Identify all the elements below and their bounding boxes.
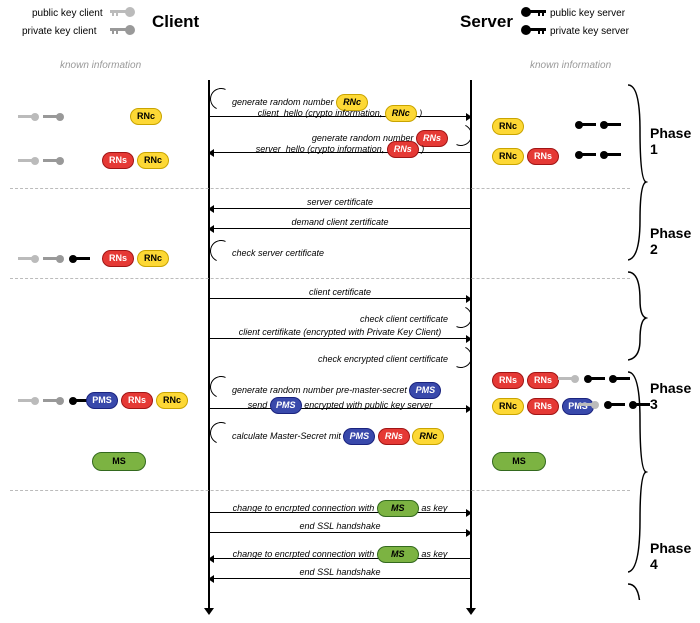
legend-priv-server: private key server bbox=[550, 26, 629, 37]
phase-divider bbox=[10, 188, 630, 189]
known-right-keys bbox=[558, 374, 630, 384]
legend-pub-server: public key server bbox=[550, 8, 625, 19]
known-right-keys bbox=[574, 120, 621, 130]
arrow-left bbox=[210, 228, 470, 229]
pms-token: PMS bbox=[343, 428, 375, 445]
msg-check-server: check server certificate bbox=[232, 248, 492, 258]
self-arc-icon bbox=[207, 237, 235, 265]
known-right-keys bbox=[578, 400, 650, 410]
phase-4-label: Phase 4 bbox=[650, 540, 700, 572]
msg-demand-cert: demand client zertificate bbox=[210, 217, 470, 227]
msg-check-enc-client: check encrypted client certificate bbox=[188, 354, 448, 364]
rnc-token: RNᴄ bbox=[385, 105, 417, 122]
ms-token: MS bbox=[377, 500, 419, 517]
msg-end-ssl: end SSL handshake bbox=[210, 567, 470, 577]
msg-end-ssl: end SSL handshake bbox=[210, 521, 470, 531]
client-header: Client bbox=[152, 12, 199, 32]
arrow-right bbox=[210, 532, 470, 533]
known-left-keys bbox=[18, 112, 65, 122]
arrow-down-icon bbox=[466, 608, 476, 620]
key-icon-grey bbox=[110, 6, 136, 18]
msg-server-hello: server_hello (crypto information, RNs ) bbox=[210, 141, 470, 158]
ms-right: MS bbox=[492, 452, 546, 471]
msg-client-cert: client certificate bbox=[210, 287, 470, 297]
phase-2-label: Phase 2 bbox=[650, 225, 700, 257]
arrow-left bbox=[210, 208, 470, 209]
known-info-right: known information bbox=[530, 60, 611, 71]
ms-token: MS bbox=[377, 546, 419, 563]
known-left-pms-rns-rnc: PMSRNsRNᴄ bbox=[86, 392, 188, 409]
key-icon-black bbox=[520, 24, 546, 36]
self-arc-icon bbox=[207, 419, 235, 447]
msg-server-cert: server certificate bbox=[210, 197, 470, 207]
known-info-left: known information bbox=[60, 60, 141, 71]
phase-divider bbox=[10, 278, 630, 279]
known-left-rnc: RNᴄ bbox=[130, 108, 162, 125]
pms-token: PMS bbox=[270, 397, 302, 414]
phase-divider bbox=[10, 490, 630, 491]
known-left-keys bbox=[18, 254, 90, 264]
legend-pub-client: public key client bbox=[32, 8, 103, 19]
known-left-keys bbox=[18, 396, 90, 406]
msg-change-enc: change to encrpted connection with MS as… bbox=[210, 546, 470, 563]
known-right-rnc: RNᴄ bbox=[492, 118, 524, 135]
arrow-right bbox=[210, 298, 470, 299]
known-left-rns-rnc: RNsRNᴄ bbox=[102, 152, 169, 169]
msg-client-cert-enc: client certifikate (encrypted with Priva… bbox=[210, 327, 470, 337]
arrow-down-icon bbox=[204, 608, 214, 620]
known-left-keys bbox=[18, 156, 65, 166]
msg-change-enc: change to encrpted connection with MS as… bbox=[210, 500, 470, 517]
known-right-rns-rnc: RNᴄRNs bbox=[492, 148, 559, 165]
rns-token: RNs bbox=[387, 141, 419, 158]
phase-1-label: Phase 1 bbox=[650, 125, 700, 157]
known-right-rns: RNsRNs bbox=[492, 372, 559, 389]
phase-3-label: Phase 3 bbox=[650, 380, 700, 412]
known-left-rns-rnc: RNsRNᴄ bbox=[102, 250, 169, 267]
ms-left: MS bbox=[92, 452, 146, 471]
server-header: Server bbox=[460, 12, 513, 32]
msg-client-hello: client_hello (crypto information, RNᴄ ) bbox=[210, 105, 470, 122]
legend-priv-client: private key client bbox=[22, 26, 96, 37]
key-icon-black bbox=[520, 6, 546, 18]
known-right-keys bbox=[574, 150, 621, 160]
msg-check-client: check client certificate bbox=[188, 314, 448, 324]
brace-icon bbox=[628, 80, 648, 600]
diagram-root: public key client private key client Cli… bbox=[0, 0, 700, 623]
ms-token: MS bbox=[492, 452, 546, 471]
arrow-left bbox=[210, 578, 470, 579]
arrow-right bbox=[210, 338, 470, 339]
key-icon-grey bbox=[110, 24, 136, 36]
msg-calc-ms: calculate Master-Secret mit PMS RNs RNᴄ bbox=[232, 428, 512, 445]
ms-token: MS bbox=[92, 452, 146, 471]
msg-send-pms: send PMS encrypted with public key serve… bbox=[210, 397, 470, 414]
